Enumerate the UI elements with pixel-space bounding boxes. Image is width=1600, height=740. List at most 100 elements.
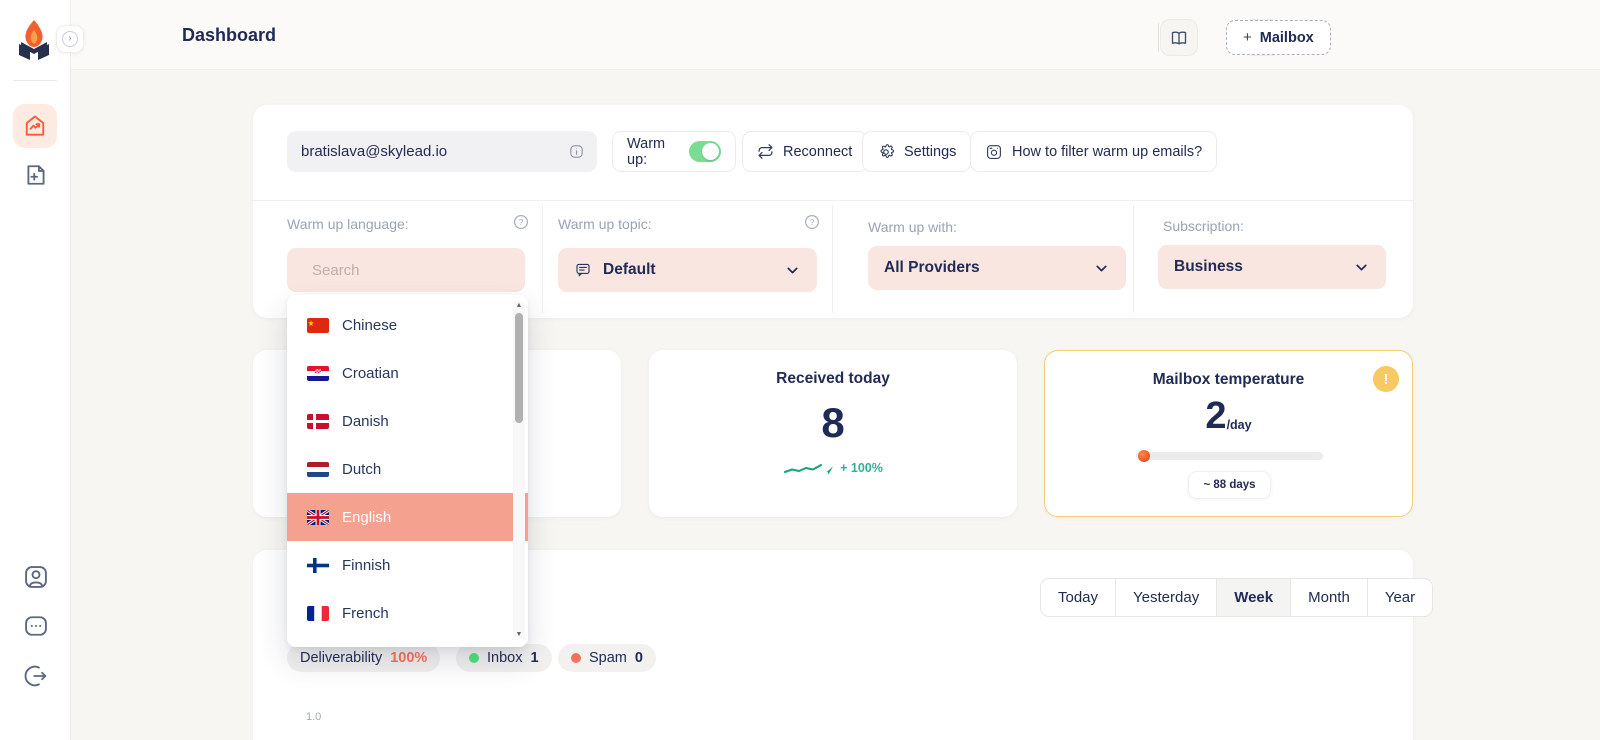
mailbox-temperature-title: Mailbox temperature: [1045, 371, 1412, 389]
language-option-danish[interactable]: Danish: [287, 397, 528, 445]
language-help-icon[interactable]: ?: [513, 214, 529, 230]
sidebar-item-profile[interactable]: [0, 563, 71, 591]
filter-divider-3: [1133, 205, 1134, 313]
email-field[interactable]: [287, 131, 597, 172]
topic-help-icon[interactable]: ?: [804, 214, 820, 230]
tab-year[interactable]: Year: [1367, 579, 1432, 616]
dropdown-scrollbar[interactable]: ▲ ▼: [513, 301, 525, 639]
flag-denmark-icon: [307, 414, 329, 429]
deliverability-badge[interactable]: Deliverability 100%: [287, 644, 440, 672]
info-icon[interactable]: [568, 143, 585, 160]
language-option-croatian[interactable]: Croatian: [287, 349, 528, 397]
deliverability-value: 100%: [390, 650, 427, 666]
sidebar-divider: [13, 80, 57, 81]
subscription-select[interactable]: Business: [1158, 245, 1386, 289]
chevron-down-icon: [784, 262, 801, 279]
subscription-label: Subscription:: [1163, 218, 1244, 234]
tab-today[interactable]: Today: [1041, 579, 1115, 616]
email-input[interactable]: [301, 143, 568, 160]
period-tabs: Today Yesterday Week Month Year: [1040, 578, 1433, 617]
language-option-label: Finnish: [342, 557, 390, 574]
scrollbar-thumb[interactable]: [515, 313, 523, 423]
settings-button[interactable]: Settings: [862, 131, 971, 172]
tab-yesterday[interactable]: Yesterday: [1115, 579, 1216, 616]
inbox-badge[interactable]: Inbox 1: [456, 644, 552, 672]
chart-y-tick: 1.0: [306, 711, 321, 723]
scroll-up-icon[interactable]: ▲: [513, 302, 525, 309]
temperature-unit: /day: [1227, 419, 1252, 432]
warm-up-label: Warm up:: [627, 136, 680, 168]
language-select[interactable]: [287, 248, 525, 292]
spam-label: Spam: [589, 650, 627, 666]
language-dropdown: Chinese Croatian Danish Dutch English: [287, 295, 528, 647]
settings-label: Settings: [904, 144, 956, 160]
provider-select[interactable]: All Providers: [868, 246, 1126, 290]
book-icon: [1169, 28, 1189, 48]
flag-netherlands-icon: [307, 462, 329, 477]
topic-value: Default: [603, 261, 656, 279]
language-option-label: Dutch: [342, 461, 381, 478]
temperature-eta-badge: ~ 88 days: [1188, 471, 1271, 499]
deliverability-label: Deliverability: [300, 650, 382, 666]
sidebar-item-reports[interactable]: [19, 158, 53, 192]
sidebar-collapse-button[interactable]: ›: [56, 25, 84, 53]
reconnect-icon: [757, 143, 774, 160]
sidebar: ›: [0, 0, 71, 740]
svg-text:?: ?: [810, 217, 815, 227]
language-option-label: French: [342, 605, 389, 622]
flag-finland-icon: [307, 558, 329, 573]
warm-up-toggle-group: Warm up:: [612, 131, 736, 172]
tab-month[interactable]: Month: [1290, 579, 1367, 616]
plus-icon: +: [1243, 29, 1252, 46]
temperature-progress-bar: [1136, 452, 1323, 460]
sidebar-item-dashboard[interactable]: [13, 104, 57, 148]
trend-sparkline-icon: [783, 460, 835, 476]
language-option-finnish[interactable]: Finnish: [287, 541, 528, 589]
home-trend-icon: [22, 113, 48, 139]
logout-icon: [22, 662, 50, 690]
add-mailbox-button[interactable]: + Mailbox: [1226, 20, 1331, 55]
file-plus-icon: [22, 161, 50, 189]
spam-value: 0: [635, 650, 643, 666]
received-change-badge: + 100%: [840, 461, 883, 475]
subscription-value: Business: [1174, 258, 1243, 276]
flag-croatia-icon: [307, 366, 329, 381]
flag-china-icon: [307, 318, 329, 333]
video-tutorial-icon: [985, 143, 1003, 161]
how-to-filter-button[interactable]: How to filter warm up emails?: [970, 131, 1217, 172]
language-search-input[interactable]: [312, 262, 511, 279]
topic-chat-icon: [574, 261, 592, 279]
spam-badge[interactable]: Spam 0: [558, 644, 656, 672]
provider-value: All Providers: [884, 259, 980, 277]
chevron-down-icon: [1353, 259, 1370, 276]
received-today-value: 8: [649, 402, 1017, 444]
flag-united-kingdom-icon: [307, 510, 329, 525]
language-option-dutch[interactable]: Dutch: [287, 445, 528, 493]
language-option-english[interactable]: English: [287, 493, 528, 541]
language-option-french[interactable]: French: [287, 589, 528, 637]
header-separator: [1158, 23, 1159, 52]
mailbox-temperature-card: Mailbox temperature ! 2 /day ~ 88 days: [1044, 350, 1413, 517]
received-today-card: Received today 8 + 100%: [649, 350, 1017, 517]
top-header: [71, 0, 1600, 70]
topic-select[interactable]: Default: [558, 248, 817, 292]
warm-up-toggle[interactable]: [689, 141, 721, 162]
warm-up-with-label: Warm up with:: [868, 219, 957, 235]
reconnect-label: Reconnect: [783, 144, 852, 160]
warning-icon[interactable]: !: [1373, 366, 1399, 392]
language-option-chinese[interactable]: Chinese: [287, 301, 528, 349]
reconnect-button[interactable]: Reconnect: [742, 131, 867, 172]
docs-button[interactable]: [1160, 19, 1198, 56]
chevron-down-icon: [1093, 260, 1110, 277]
sidebar-item-chat[interactable]: [0, 612, 71, 640]
scroll-down-icon[interactable]: ▼: [513, 631, 525, 638]
temperature-progress-dot: [1138, 450, 1150, 462]
tab-week[interactable]: Week: [1216, 579, 1290, 616]
inbox-value: 1: [530, 650, 538, 666]
warm-up-topic-label: Warm up topic:: [558, 216, 652, 232]
inbox-label: Inbox: [487, 650, 522, 666]
sidebar-item-logout[interactable]: [0, 662, 71, 690]
language-option-label: English: [342, 509, 391, 526]
user-square-icon: [22, 563, 50, 591]
toggle-knob: [702, 143, 719, 160]
